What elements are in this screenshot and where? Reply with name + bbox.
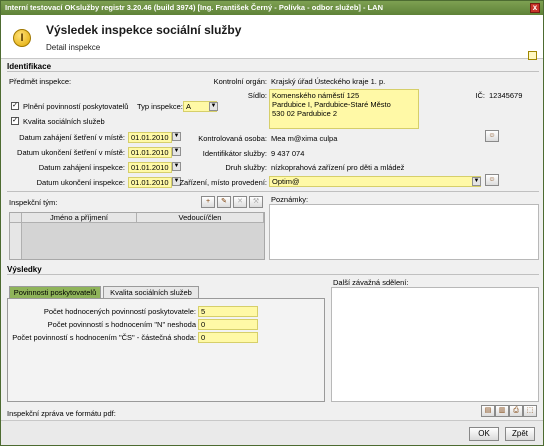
kvalita-label: Kvalita sociálních služeb <box>23 117 105 126</box>
divider <box>7 274 539 275</box>
calendar-dropdown-icon[interactable]: ▼ <box>172 162 181 171</box>
delete-member-icon[interactable]: ✕ <box>233 196 247 208</box>
inspekcni-zprava-label: Inspekční zpráva ve formátu pdf: <box>7 409 116 418</box>
datum-ukonceni-inspekce-label: Datum ukončení inspekce: <box>36 178 125 187</box>
print-document-icon[interactable]: ⎙ <box>509 405 523 417</box>
dalsi-sdeleni-textarea[interactable] <box>331 287 539 402</box>
ic-label: IČ: <box>475 91 485 100</box>
datum-zahajeni-inspekce-label: Datum zahájení inspekce: <box>38 163 125 172</box>
identifikator-label: Identifikátor služby: <box>202 149 267 158</box>
sidlo-address: Komenského náměstí 125 Pardubice I, Pard… <box>269 89 419 129</box>
sidlo-line: Pardubice I, Pardubice-Staré Město <box>272 100 391 109</box>
datum-ukonceni-setreni-label: Datum ukončení šetření v místě: <box>17 148 125 157</box>
druh-sluzby-value: nízkoprahová zařízení pro děti a mládež <box>271 163 405 172</box>
pocet-hodnocenych-label: Počet hodnocených povinností poskytovate… <box>43 307 196 316</box>
kontrolovana-osoba-label: Kontrolovaná osoba: <box>198 134 267 143</box>
calendar-dropdown-icon[interactable]: ▼ <box>172 132 181 141</box>
note-icon[interactable] <box>528 51 537 60</box>
main-window: Interní testovací OKslužby registr 3.20.… <box>0 0 544 446</box>
edit-member-icon[interactable]: ✎ <box>217 196 231 208</box>
pocet-hodnocenych-value: 5 <box>198 306 258 317</box>
ic-value: 12345679 <box>489 91 523 100</box>
section-identifikace-title: Identifikace <box>7 62 52 71</box>
close-icon[interactable]: x <box>530 3 540 13</box>
zarizeni-select[interactable]: Optim@ <box>269 176 481 187</box>
column-header-jmeno[interactable]: Jméno a příjmení <box>22 213 137 223</box>
tool-icon[interactable]: ⚒ <box>249 196 263 208</box>
window-title: Interní testovací OKslužby registr 3.20.… <box>5 3 384 12</box>
column-header-vedouci[interactable]: Vedoucí/člen <box>137 213 264 223</box>
page-title: Výsledek inspekce sociální služby <box>46 23 242 37</box>
typ-inspekce-label: Typ inspekce: <box>137 102 183 111</box>
kontrolovana-osoba-value: Mea m@xima culpa <box>271 134 338 143</box>
pocet-neshoda-value: 0 <box>198 319 258 330</box>
tab-kvalita[interactable]: Kvalita sociálních služeb <box>103 286 199 298</box>
open-document-icon[interactable]: ▤ <box>481 405 495 417</box>
page-subtitle: Detail inspekce <box>46 43 101 52</box>
divider <box>7 71 539 72</box>
poznamky-label: Poznámky: <box>271 195 309 204</box>
datum-zahajeni-setreni-field[interactable]: 01.01.2010 <box>128 132 172 143</box>
people-picker-icon[interactable]: ☺ <box>485 174 499 186</box>
sidlo-line: 530 02 Pardubice 2 <box>272 109 338 118</box>
datum-ukonceni-setreni-field[interactable]: 01.01.2010 <box>128 147 172 158</box>
plneni-label: Plnění povinností poskytovatelů <box>23 102 129 111</box>
page-header: I Výsledek inspekce sociální služby Deta… <box>1 15 543 60</box>
table-body <box>22 223 264 259</box>
table-corner <box>10 213 22 223</box>
people-picker-icon[interactable]: ☺ <box>485 130 499 142</box>
kontrolni-organ-label: Kontrolní orgán: <box>213 77 267 86</box>
datum-zahajeni-setreni-label: Datum zahájení šetření v místě: <box>19 133 125 142</box>
team-table: Jméno a příjmení Vedoucí/člen <box>9 212 265 260</box>
dalsi-sdeleni-label: Další závažná sdělení: <box>333 278 409 287</box>
pocet-castecna-shoda-value: 0 <box>198 332 258 343</box>
row-header-column <box>10 223 22 259</box>
inspekcni-tym-label: Inspekční tým: <box>9 198 58 207</box>
chevron-down-icon[interactable]: ▼ <box>209 102 218 111</box>
footer-bar: OK Zpět <box>1 420 543 445</box>
datum-zahajeni-inspekce-field[interactable]: 01.01.2010 <box>128 162 172 173</box>
plneni-checkbox[interactable]: ✓ <box>11 102 19 110</box>
window-titlebar: Interní testovací OKslužby registr 3.20.… <box>1 1 543 15</box>
datum-ukonceni-inspekce-field[interactable]: 01.01.2010 <box>128 177 172 188</box>
druh-sluzby-label: Druh služby: <box>225 163 267 172</box>
save-document-icon[interactable]: ▥ <box>495 405 509 417</box>
kontrolni-organ-value: Krajský úřad Ústeckého kraje 1. p. <box>271 77 386 86</box>
sidlo-line: Komenského náměstí 125 <box>272 91 360 100</box>
tab-panel-povinnosti: Počet hodnocených povinností poskytovate… <box>7 298 325 402</box>
pdf-icon[interactable]: ⬚ <box>523 405 537 417</box>
back-button[interactable]: Zpět <box>505 427 535 441</box>
section-vysledky-title: Výsledky <box>7 265 42 274</box>
inspection-icon: I <box>13 29 31 47</box>
identifikator-value: 9 437 074 <box>271 149 305 158</box>
pocet-castecna-shoda-label: Počet povinností s hodnocením "ČS" - čás… <box>12 333 196 342</box>
poznamky-textarea[interactable] <box>269 204 539 260</box>
divider <box>7 191 539 192</box>
add-member-icon[interactable]: + <box>201 196 215 208</box>
sidlo-label: Sídlo: <box>247 91 267 100</box>
tab-povinnosti[interactable]: Povinnosti poskytovatelů <box>9 286 101 298</box>
pocet-neshoda-label: Počet povinností s hodnocením "N" neshod… <box>47 320 196 329</box>
predmet-label: Předmět inspekce: <box>9 77 72 86</box>
calendar-dropdown-icon[interactable]: ▼ <box>172 147 181 156</box>
zarizeni-label: Zařízení, místo provedení: <box>179 178 267 187</box>
chevron-down-icon[interactable]: ▼ <box>472 177 481 186</box>
kvalita-checkbox[interactable]: ✓ <box>11 117 19 125</box>
ok-button[interactable]: OK <box>469 427 499 441</box>
